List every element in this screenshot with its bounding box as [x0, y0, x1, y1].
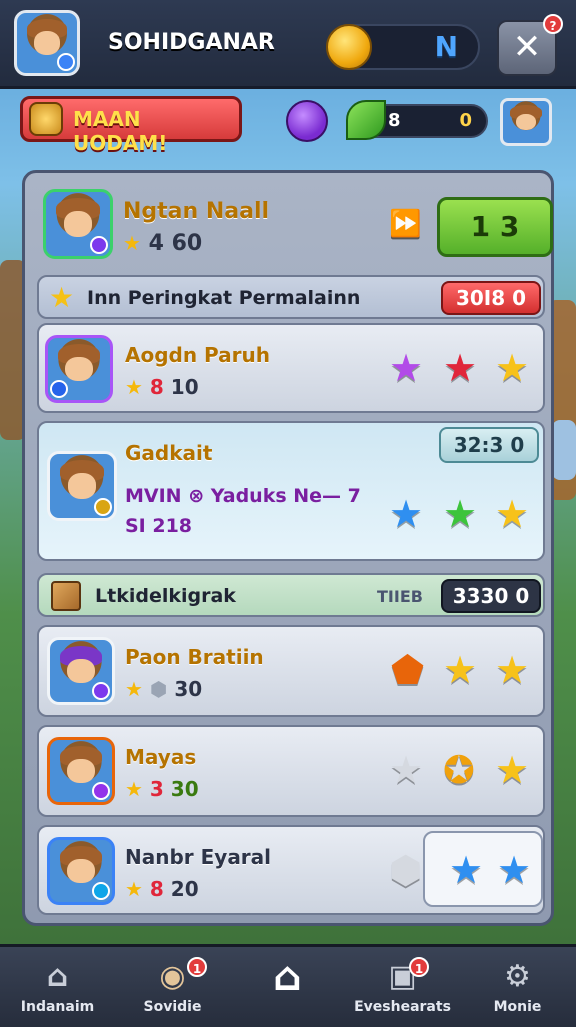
player-avatar — [47, 637, 115, 705]
player-name: Mayas — [125, 745, 197, 769]
gold-star-icon: ★ — [443, 648, 478, 692]
nav-label: Indanaim — [20, 999, 95, 1015]
house-outline-icon: ⌂ — [273, 954, 302, 1000]
red-star-icon: ★ — [443, 346, 478, 390]
bonus-title: Ltkidelkigrak — [95, 585, 236, 607]
top-player-avatar — [43, 189, 113, 259]
gold-star-icon: ★ — [495, 346, 530, 390]
nav-label: Monie — [493, 999, 542, 1015]
ranking-title: Inn Peringkat Permalainn — [87, 287, 361, 309]
bottom-navigation: ⌂ Indanaim ◉ Sovidie 1 ⌂ ▣ Eveshearats 1… — [0, 944, 576, 1027]
star-icon: ★ — [123, 231, 141, 255]
player-name: Gadkait — [125, 441, 213, 465]
nav-label: Sovidie — [143, 999, 202, 1015]
medal-icon — [29, 102, 63, 136]
level-icon: 8 — [149, 877, 164, 901]
home-icon: ⌂ — [46, 959, 69, 994]
player-score: 30 — [170, 777, 199, 801]
nav-label: Eveshearats — [354, 999, 451, 1015]
gold-star-icon: ★ — [495, 492, 530, 536]
resource-value-a: 8 — [388, 110, 401, 131]
leaderboard-panel: Ngtan Naall ★ 4 60 ⏩ 1 3 ★ Inn Peringkat… — [22, 170, 554, 926]
resource-value-b: 0 — [459, 110, 472, 131]
player-name: Aogdn Paruh — [125, 343, 271, 367]
crate-icon — [51, 581, 81, 611]
gold-star-icon: ★ — [495, 648, 530, 692]
leaf-icon — [346, 100, 386, 140]
player-avatar — [47, 837, 115, 905]
player-name: Nanbr Eyaral — [125, 845, 272, 869]
player-avatar — [45, 335, 113, 403]
player-extra-info: MVIN ⊗ Yaduks Ne— 7 — [125, 485, 361, 507]
nav-events[interactable]: ▣ Eveshearats 1 — [345, 947, 460, 1027]
blue-star-icon: ★ — [389, 492, 424, 536]
blue-star-icon: ★ — [449, 848, 484, 892]
top-player-score: 60 — [171, 231, 203, 256]
ranking-badge: 30I8 0 — [441, 281, 541, 315]
level-icon: 3 — [149, 777, 164, 801]
bonus-section-header: Ltkidelkigrak TIIEB 3330 0 — [37, 573, 545, 617]
player-score: 30 — [174, 677, 203, 701]
notification-badge: 1 — [409, 957, 429, 977]
purple-star-icon: ★ — [389, 346, 424, 390]
gold-coin-icon — [326, 24, 372, 70]
star-icon: ★ — [49, 281, 75, 314]
player-score: 10 — [170, 375, 199, 399]
player-timer-badge: 32:3 0 — [439, 427, 539, 463]
player-avatar — [47, 737, 115, 805]
gem-icon: ⬢ — [149, 677, 168, 701]
star-icon: ★ — [125, 677, 143, 701]
gear-icon: ⚙ — [504, 959, 531, 994]
leaderboard-row-highlighted[interactable]: Gadkait 32:3 0 MVIN ⊗ Yaduks Ne— 7 SI 21… — [37, 421, 545, 561]
gold-star-icon: ★ — [495, 748, 530, 792]
top-player-card: Ngtan Naall ★ 4 60 ⏩ 1 3 — [37, 181, 553, 271]
pet-icon: ◉ — [159, 959, 186, 994]
player-detail: SI 218 — [125, 515, 193, 537]
purple-gem-icon[interactable] — [286, 100, 328, 142]
nav-pets[interactable]: ◉ Sovidie 1 — [115, 947, 230, 1027]
player-avatar — [47, 451, 117, 521]
mission-label: MAAN UODAM! — [73, 107, 168, 155]
notification-badge: ? — [543, 14, 563, 34]
fast-forward-icon: ⏩ — [389, 209, 422, 239]
bonus-badge: 3330 0 — [441, 579, 541, 613]
grey-star-icon: ★ — [389, 748, 424, 792]
top-bar: SOHIDGANAR N ✕ ? — [0, 0, 576, 89]
friend-avatar[interactable] — [500, 98, 552, 146]
score-button[interactable]: 1 3 — [437, 197, 553, 257]
nav-home[interactable]: ⌂ Indanaim — [0, 947, 115, 1027]
green-star-icon: ★ — [443, 492, 478, 536]
currency-label: N — [434, 30, 458, 63]
top-player-level: 4 — [148, 231, 164, 256]
player-name: Paon Bratiin — [125, 645, 264, 669]
star-icon: ★ — [125, 777, 143, 801]
player-avatar[interactable] — [14, 10, 80, 76]
top-player-name: Ngtan Naall — [123, 199, 270, 224]
resource-counter[interactable]: 8 0 — [346, 100, 488, 140]
screen-title: SOHIDGANAR — [108, 30, 275, 55]
leaderboard-row[interactable]: Paon Bratiin ★ ⬢ 30 ⬟ ★ ★ — [37, 625, 545, 717]
nav-settings[interactable]: ⚙ Monie — [460, 947, 575, 1027]
bonus-label: TIIEB — [377, 587, 423, 606]
leaderboard-row[interactable]: Aogdn Paruh ★ 8 10 ★ ★ ★ — [37, 323, 545, 413]
ranking-section-header: ★ Inn Peringkat Permalainn 30I8 0 — [37, 275, 545, 319]
leaderboard-row[interactable]: Mayas ★ 3 30 ★ ✪ ★ — [37, 725, 545, 817]
player-score: 20 — [170, 877, 199, 901]
level-icon: 8 — [149, 375, 164, 399]
grey-badge-icon: ⬢ — [389, 848, 423, 892]
mission-button[interactable]: MAAN UODAM! — [20, 96, 242, 155]
star-icon: ★ — [125, 877, 143, 901]
currency-counter[interactable]: N — [326, 24, 480, 70]
leaderboard-row[interactable]: Nanbr Eyaral ★ 8 20 ⬢ ★ ★ — [37, 825, 545, 915]
reward-box[interactable]: ★ ★ — [423, 831, 543, 907]
orange-ribbon-icon: ✪ — [443, 748, 475, 792]
notification-badge: 1 — [187, 957, 207, 977]
blue-star-icon: ★ — [497, 848, 532, 892]
orange-shield-icon: ⬟ — [391, 648, 425, 692]
star-icon: ★ — [125, 375, 143, 399]
nav-house[interactable]: ⌂ — [230, 947, 345, 1027]
